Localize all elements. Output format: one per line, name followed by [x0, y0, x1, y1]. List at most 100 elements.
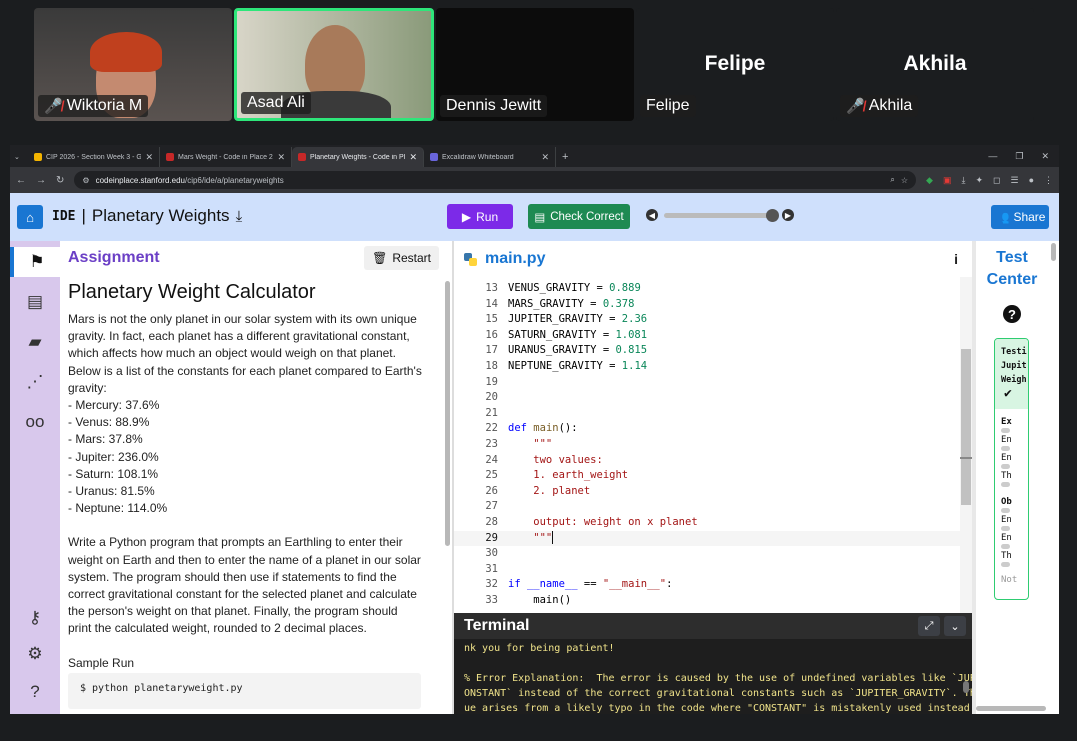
line-number: 24 — [485, 453, 498, 466]
minimize-icon[interactable]: — — [988, 151, 997, 162]
code-line[interactable]: 28 output: weight on x planet — [454, 515, 972, 531]
code-line[interactable]: 23 """ — [454, 437, 972, 453]
code-line[interactable]: 32 if __name__ == "__main__": — [454, 577, 972, 593]
document-icon[interactable]: ▤ — [10, 287, 60, 317]
code-line[interactable]: 14 MARS_GRAVITY = 0.378 — [454, 297, 972, 313]
test-card[interactable]: Testi Jupit Weigh ✔ Ex En En Th Ob En En… — [994, 338, 1029, 600]
code-line[interactable]: 31 — [454, 562, 972, 578]
code-line[interactable]: 16 SATURN_GRAVITY = 1.081 — [454, 328, 972, 344]
video-tile-akhila[interactable]: Akhila 🎤̸ Akhila — [836, 8, 1034, 121]
video-tile-felipe[interactable]: Felipe Felipe — [636, 8, 834, 121]
site-info-icon[interactable]: ⚙ — [82, 176, 89, 185]
close-tab-icon[interactable]: ✕ — [541, 152, 549, 163]
tab-excalidraw[interactable]: Excalidraw Whiteboard ✕ — [424, 147, 556, 167]
tab-section-week[interactable]: CIP 2026 - Section Week 3 - Go ✕ — [28, 147, 160, 167]
tab-list-menu[interactable]: ⌄ — [10, 147, 28, 167]
home-button[interactable]: ⌂ — [17, 205, 43, 229]
help-icon[interactable]: ? — [1003, 305, 1021, 323]
video-tile-asad[interactable]: Asad Ali — [234, 8, 434, 121]
video-tile-wiktoria[interactable]: 🎤̸ Wiktoria M — [34, 8, 232, 121]
code-token: main — [533, 422, 559, 435]
step-slider-handle[interactable] — [766, 208, 779, 222]
shield-extension-icon[interactable]: ◆ — [926, 175, 933, 186]
participant-name-tag: Asad Ali — [241, 92, 311, 114]
participant-hair — [90, 32, 162, 72]
share-button[interactable]: 👥 Share — [991, 205, 1049, 229]
line-number: 14 — [485, 297, 498, 310]
code-line[interactable]: 33 main() — [454, 593, 972, 609]
profile-avatar-icon[interactable]: ● — [1029, 175, 1034, 186]
folder-icon[interactable]: ▰ — [10, 327, 60, 357]
code-line[interactable]: 29 """ — [454, 530, 972, 547]
new-tab-button[interactable]: + — [556, 147, 576, 167]
code-line[interactable]: 15 JUPITER_GRAVITY = 2.36 — [454, 312, 972, 328]
zoom-icon[interactable]: ⌕ — [890, 175, 894, 185]
assignment-panel: Assignment 🗑 Restart Planetary Weight Cal… — [60, 241, 452, 714]
screenshot-icon[interactable]: ◻ — [993, 175, 1000, 186]
close-tab-icon[interactable]: ✕ — [409, 152, 417, 163]
code-token: JUPITER_GRAVITY = — [508, 313, 622, 326]
puzzle-extensions-icon[interactable]: ✦ — [975, 175, 983, 186]
code-line[interactable]: 26 2. planet — [454, 484, 972, 500]
sample-run-header: Sample Run — [68, 656, 135, 670]
reload-icon[interactable]: ↻ — [56, 175, 64, 186]
step-forward-button[interactable]: ▶ — [782, 209, 794, 221]
extension-icon[interactable]: ▣ — [943, 175, 952, 186]
code-line[interactable]: 27 — [454, 499, 972, 515]
menu-kebab-icon[interactable]: ⋮ — [1044, 175, 1053, 186]
tab-planetary-weights[interactable]: Planetary Weights - Code in Pla ✕ — [292, 147, 424, 167]
reading-list-icon[interactable]: ☰ — [1010, 175, 1018, 186]
participant-name-tag: 🎤̸ Wiktoria M — [38, 95, 149, 117]
download-icon[interactable]: ⤓ — [236, 208, 243, 225]
code-line[interactable]: 18 NEPTUNE_GRAVITY = 1.14 — [454, 359, 972, 375]
code-line[interactable]: 20 — [454, 390, 972, 406]
editor-scrollbar[interactable] — [960, 277, 972, 613]
status-dot — [1001, 562, 1010, 567]
code-line[interactable]: 17 URANUS_GRAVITY = 0.815 — [454, 343, 972, 359]
info-icon[interactable]: i — [954, 251, 958, 267]
restore-icon[interactable]: ❐ — [1015, 151, 1023, 162]
back-icon[interactable]: ← — [16, 175, 26, 186]
test-center-hscrollbar[interactable] — [976, 706, 1046, 711]
code-line[interactable]: 24 two values: — [454, 453, 972, 469]
run-button[interactable]: ▶ Run — [447, 204, 513, 229]
close-tab-icon[interactable]: ✕ — [145, 152, 153, 163]
assignment-scrollbar[interactable] — [445, 281, 450, 546]
close-tab-icon[interactable]: ✕ — [277, 152, 285, 163]
key-icon[interactable]: ⚷ — [10, 603, 60, 633]
close-window-icon[interactable]: ✕ — [1041, 151, 1049, 162]
bookmark-star-icon[interactable]: ☆ — [901, 176, 908, 185]
gear-icon[interactable]: ⚙ — [10, 639, 60, 669]
python-icon — [464, 252, 477, 266]
line-number: 32 — [485, 578, 498, 591]
check-correct-button[interactable]: ▤ Check Correct — [528, 204, 630, 229]
url-field[interactable]: ⚙ codeinplace.stanford.edu/cip6/ide/a/pl… — [74, 171, 917, 189]
code-editor[interactable]: main.py i 13 VENUS_GRAVITY = 0.889 14 MARS_… — [454, 241, 972, 613]
forward-icon[interactable]: → — [36, 175, 46, 186]
code-line[interactable]: 19 — [454, 375, 972, 391]
step-back-button[interactable]: ◀ — [646, 209, 658, 221]
expand-icon[interactable]: ⤢ — [918, 616, 940, 636]
test-center-scrollbar[interactable] — [1051, 243, 1056, 261]
code-token: == — [577, 578, 603, 591]
editor-scroll-thumb[interactable] — [961, 349, 971, 505]
terminal-scrollbar[interactable] — [963, 681, 969, 693]
restart-button[interactable]: 🗑 Restart — [364, 246, 439, 270]
mic-muted-icon: 🎤̸ — [44, 98, 63, 115]
assignment-flag-icon[interactable]: ⚑ — [10, 247, 60, 277]
code-line[interactable]: 22 def main(): — [454, 421, 972, 437]
tab-mars-weight[interactable]: Mars Weight - Code in Place 20 ✕ — [160, 147, 292, 167]
code-line[interactable]: 25 1. earth_weight — [454, 468, 972, 484]
step-slider[interactable] — [664, 208, 779, 222]
download-icon[interactable]: ⤓ — [961, 175, 965, 186]
video-tile-dennis[interactable]: Dennis Jewitt — [436, 8, 634, 121]
help-icon[interactable]: ? — [10, 677, 60, 707]
chevron-down-icon[interactable]: ⌄ — [944, 616, 966, 636]
footsteps-icon[interactable]: ⋰ — [10, 367, 60, 397]
code-token: MARS_GRAVITY = — [508, 297, 603, 310]
code-line[interactable]: 21 — [454, 406, 972, 422]
play-icon: ▶ — [461, 209, 472, 224]
glasses-icon[interactable]: oo — [10, 407, 60, 437]
code-line[interactable]: 13 VENUS_GRAVITY = 0.889 — [454, 281, 972, 297]
code-line[interactable]: 30 — [454, 546, 972, 562]
